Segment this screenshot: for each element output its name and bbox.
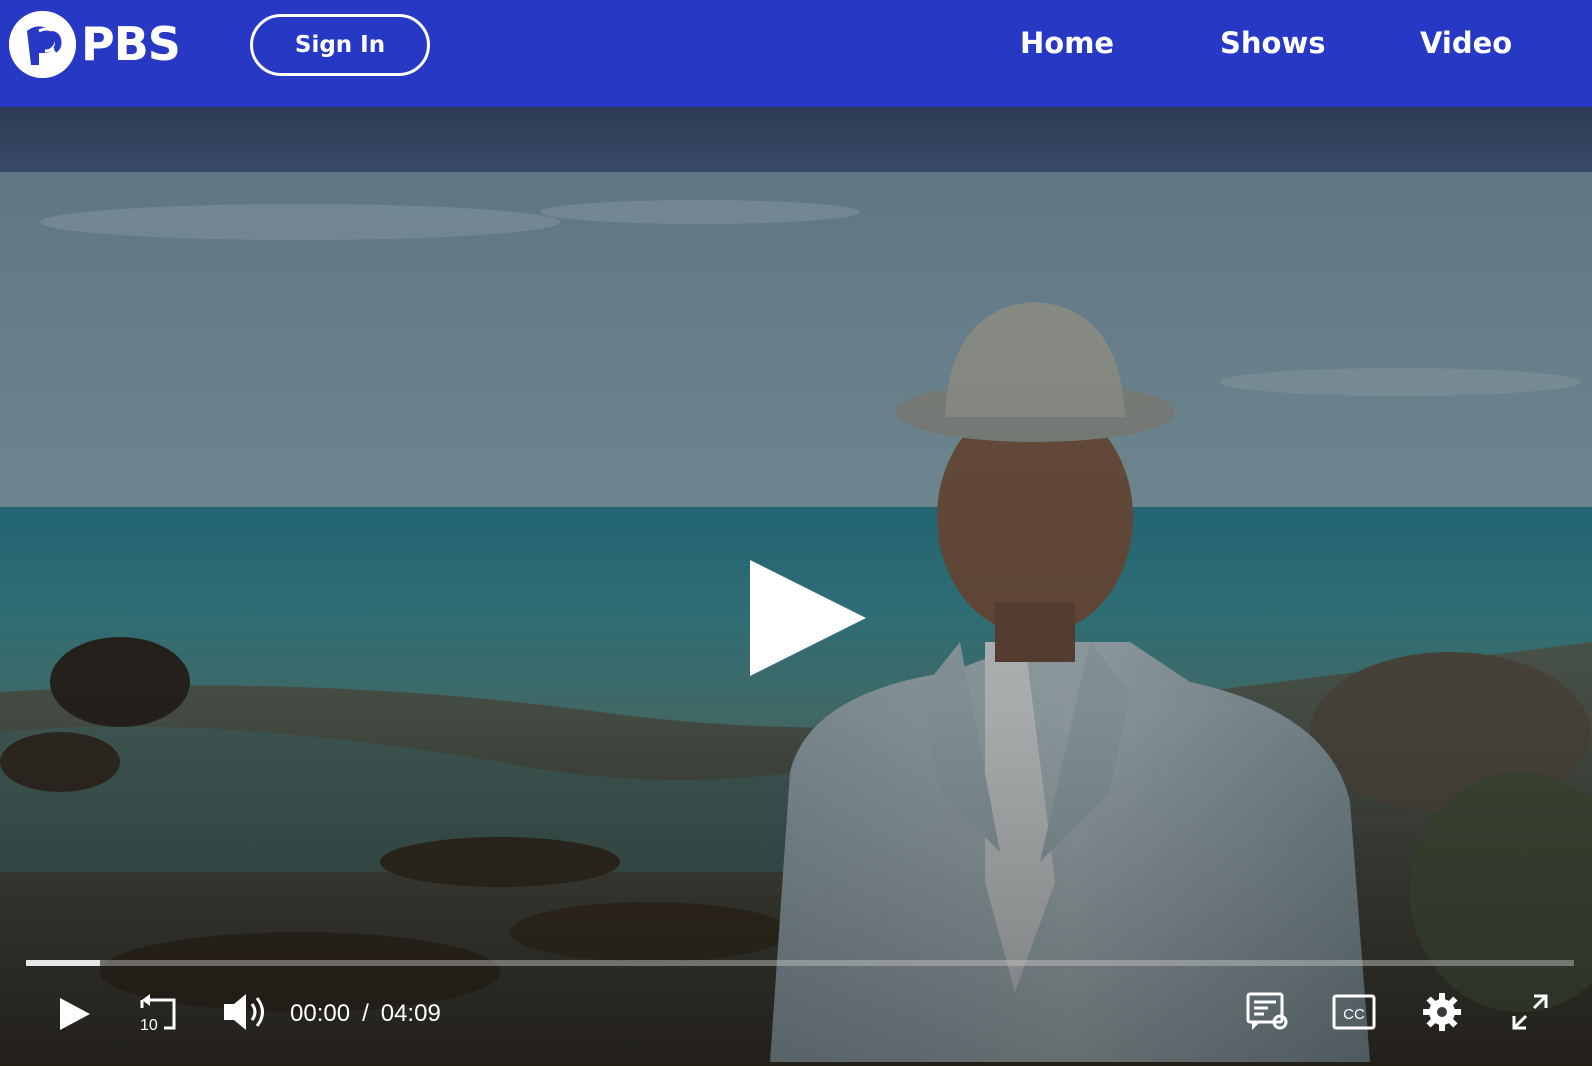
- play-icon[interactable]: [54, 994, 94, 1034]
- cc-label: CC: [1343, 1006, 1365, 1023]
- nav-video[interactable]: Video: [1420, 26, 1512, 60]
- video-player[interactable]: 10 00:00 / 04:09 CC: [0, 172, 1592, 1066]
- progress-bar[interactable]: [26, 960, 1574, 966]
- rewind-icon: 10: [140, 994, 176, 1034]
- progress-buffered: [26, 960, 101, 966]
- big-play-icon[interactable]: [748, 558, 868, 678]
- time-separator: /: [362, 1000, 369, 1027]
- caption-settings-icon[interactable]: [1246, 992, 1290, 1032]
- pbs-head-icon: [9, 10, 76, 78]
- current-time: 00:00: [290, 1000, 351, 1027]
- pbs-logo-text: PBS: [81, 17, 181, 71]
- pbs-logo[interactable]: PBS: [9, 10, 181, 78]
- rewind-label: 10: [140, 1017, 158, 1034]
- sign-in-button[interactable]: Sign In: [250, 14, 430, 76]
- fullscreen-icon[interactable]: [1510, 992, 1550, 1032]
- nav-shows[interactable]: Shows: [1220, 26, 1326, 60]
- time-display: 00:00 / 04:09: [290, 1000, 441, 1028]
- nav-home[interactable]: Home: [1020, 26, 1114, 60]
- volume-icon[interactable]: [222, 990, 268, 1034]
- settings-gear-icon[interactable]: [1422, 992, 1462, 1032]
- duration: 04:09: [380, 1000, 441, 1027]
- cc-icon[interactable]: CC: [1332, 994, 1376, 1030]
- header-band: [0, 107, 1592, 172]
- rewind-10-button[interactable]: 10: [136, 988, 182, 1036]
- site-header: PBS Sign In Home Shows Video: [0, 0, 1592, 107]
